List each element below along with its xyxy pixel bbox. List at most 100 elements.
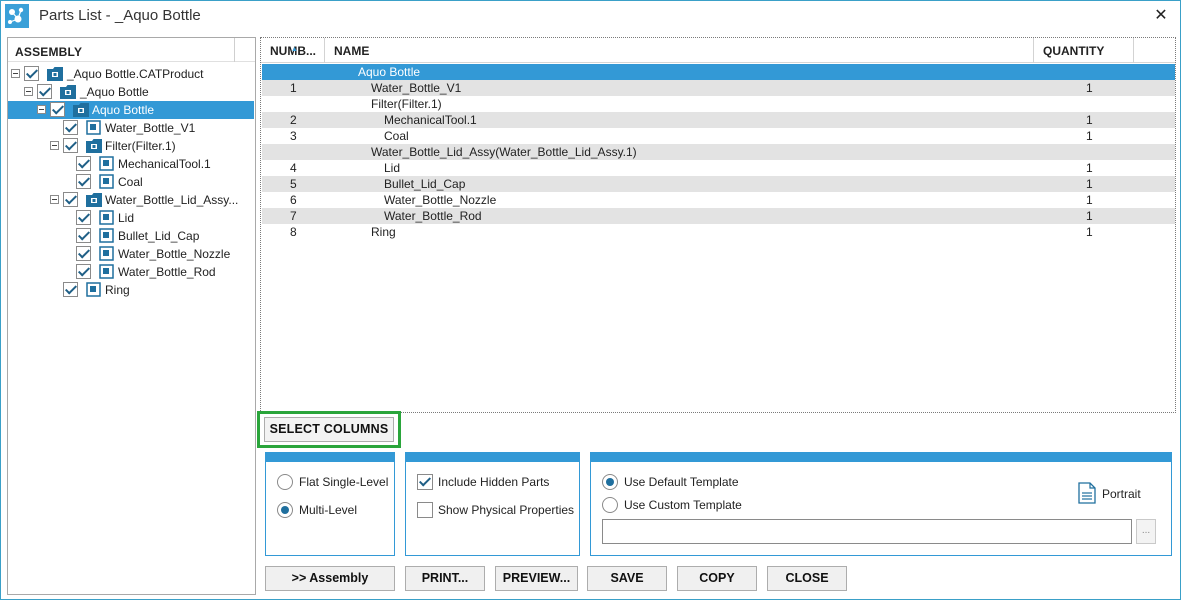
table-row[interactable]: 6 Water_Bottle_Nozzle 1 — [262, 192, 1175, 208]
table-row[interactable]: Water_Bottle_Lid_Assy(Water_Bottle_Lid_A… — [262, 144, 1175, 160]
table-row[interactable]: 8 Ring 1 — [262, 224, 1175, 240]
include-hidden-parts-checkbox[interactable] — [417, 474, 433, 490]
part-icon — [86, 120, 101, 135]
portrait-page-icon[interactable] — [1078, 482, 1096, 504]
select-columns-button[interactable]: SELECT COLUMNS — [264, 417, 394, 442]
include-checkbox[interactable] — [76, 210, 91, 225]
tree-node-root-product[interactable]: _Aquo Bottle.CATProduct — [8, 65, 255, 83]
table-row[interactable]: 3 Coal 1 — [262, 128, 1175, 144]
assembly-button[interactable]: >> Assembly — [265, 566, 395, 591]
tree-node-lid-assy[interactable]: Water_Bottle_Lid_Assy... — [8, 191, 255, 209]
tree-node-filter[interactable]: Filter(Filter.1) — [8, 137, 255, 155]
custom-template-path-input[interactable] — [602, 519, 1132, 544]
part-icon — [99, 210, 114, 225]
product-folder-icon — [73, 103, 89, 117]
row-number: 4 — [290, 161, 297, 175]
tree-node-water-bottle-rod[interactable]: Water_Bottle_Rod — [8, 263, 255, 281]
browse-template-button[interactable]: ... — [1136, 519, 1156, 544]
tree-node-mechanicaltool[interactable]: MechanicalTool.1 — [8, 155, 255, 173]
table-row[interactable]: Aquo Bottle — [262, 64, 1175, 80]
multi-level-radio[interactable] — [277, 502, 293, 518]
include-checkbox[interactable] — [24, 66, 39, 81]
parts-list-window: Parts List - _Aquo Bottle ✕ ASSEMBLY _Aq… — [0, 0, 1181, 600]
tree-node-coal[interactable]: Coal — [8, 173, 255, 191]
table-row[interactable]: 2 MechanicalTool.1 1 — [262, 112, 1175, 128]
include-checkbox[interactable] — [76, 228, 91, 243]
custom-template-label: Use Custom Template — [624, 498, 742, 512]
row-quantity: 1 — [1086, 161, 1093, 175]
collapse-icon[interactable] — [11, 69, 20, 78]
grid-header: ▲ NUMB... NAME QUANTITY — [261, 38, 1175, 63]
collapse-icon[interactable] — [37, 105, 46, 114]
tree-node-aquo-bottle-product[interactable]: _Aquo Bottle — [8, 83, 255, 101]
include-checkbox[interactable] — [37, 84, 52, 99]
include-checkbox[interactable] — [63, 192, 78, 207]
column-header-quantity[interactable]: QUANTITY — [1034, 38, 1134, 63]
close-button[interactable]: CLOSE — [767, 566, 847, 591]
table-row[interactable]: 1 Water_Bottle_V1 1 — [262, 80, 1175, 96]
title-bar: Parts List - _Aquo Bottle ✕ — [1, 1, 1180, 34]
row-name: Lid — [384, 161, 401, 175]
tree-node-ring[interactable]: Ring — [8, 281, 255, 299]
include-hidden-parts-label: Include Hidden Parts — [438, 475, 550, 489]
include-checkbox[interactable] — [63, 282, 78, 297]
tree-node-aquo-bottle-selected[interactable]: Aquo Bottle — [8, 101, 255, 119]
table-row[interactable]: 4 Lid 1 — [262, 160, 1175, 176]
app-logo-icon — [5, 4, 29, 28]
row-name: Water_Bottle_Rod — [384, 209, 482, 223]
portrait-label[interactable]: Portrait — [1102, 487, 1141, 501]
include-checkbox[interactable] — [76, 174, 91, 189]
collapse-icon[interactable] — [24, 87, 33, 96]
collapse-icon[interactable] — [50, 195, 59, 204]
tree-node-bullet-lid-cap[interactable]: Bullet_Lid_Cap — [8, 227, 255, 245]
show-physical-properties-checkbox[interactable] — [417, 502, 433, 518]
include-checkbox[interactable] — [76, 156, 91, 171]
product-folder-icon — [47, 67, 63, 81]
group-accent-bar — [266, 453, 394, 462]
print-button[interactable]: PRINT... — [405, 566, 485, 591]
default-template-radio[interactable] — [602, 474, 618, 490]
table-row[interactable]: 7 Water_Bottle_Rod 1 — [262, 208, 1175, 224]
row-number: 7 — [290, 209, 297, 223]
column-header-name-label: NAME — [334, 44, 370, 58]
tree-node-label: Coal — [118, 175, 143, 189]
include-checkbox[interactable] — [50, 102, 65, 117]
part-icon — [99, 264, 114, 279]
include-checkbox[interactable] — [76, 246, 91, 261]
show-physical-properties-label: Show Physical Properties — [438, 503, 575, 517]
collapse-icon[interactable] — [50, 141, 59, 150]
copy-button[interactable]: COPY — [677, 566, 757, 591]
close-window-icon[interactable]: ✕ — [1150, 5, 1172, 27]
tree-node-label: Bullet_Lid_Cap — [118, 229, 200, 243]
tree-node-lid[interactable]: Lid — [8, 209, 255, 227]
row-name: Coal — [384, 129, 409, 143]
preview-button[interactable]: PREVIEW... — [495, 566, 578, 591]
save-button[interactable]: SAVE — [587, 566, 667, 591]
column-header-number[interactable]: ▲ NUMB... — [261, 38, 325, 63]
tree-node-label: Aquo Bottle — [90, 102, 157, 118]
row-quantity: 1 — [1086, 225, 1093, 239]
tree-node-water-bottle-nozzle[interactable]: Water_Bottle_Nozzle — [8, 245, 255, 263]
include-checkbox[interactable] — [63, 120, 78, 135]
template-options-group: Use Default Template Use Custom Template… — [590, 452, 1172, 556]
include-checkbox[interactable] — [63, 138, 78, 153]
row-name: Water_Bottle_Nozzle — [384, 193, 497, 207]
include-checkbox[interactable] — [76, 264, 91, 279]
flat-single-level-radio[interactable] — [277, 474, 293, 490]
column-resize-handle[interactable] — [234, 38, 235, 62]
row-name: Water_Bottle_V1 — [371, 81, 462, 95]
tree-node-label: Water_Bottle_Rod — [118, 265, 216, 279]
custom-template-radio[interactable] — [602, 497, 618, 513]
tree-node-label: Lid — [118, 211, 135, 225]
structure-options-group: Flat Single-Level Multi-Level — [265, 452, 395, 556]
row-name: MechanicalTool.1 — [384, 113, 477, 127]
parts-grid: ▲ NUMB... NAME QUANTITY Aquo Bottle 1 Wa… — [260, 37, 1176, 413]
tree-node-water-bottle-v1[interactable]: Water_Bottle_V1 — [8, 119, 255, 137]
product-folder-icon — [60, 85, 76, 99]
column-header-name[interactable]: NAME — [325, 38, 1034, 63]
row-number: 1 — [290, 81, 297, 95]
row-name: Ring — [371, 225, 396, 239]
table-row[interactable]: Filter(Filter.1) — [262, 96, 1175, 112]
table-row[interactable]: 5 Bullet_Lid_Cap 1 — [262, 176, 1175, 192]
row-name: Aquo Bottle — [358, 65, 421, 79]
